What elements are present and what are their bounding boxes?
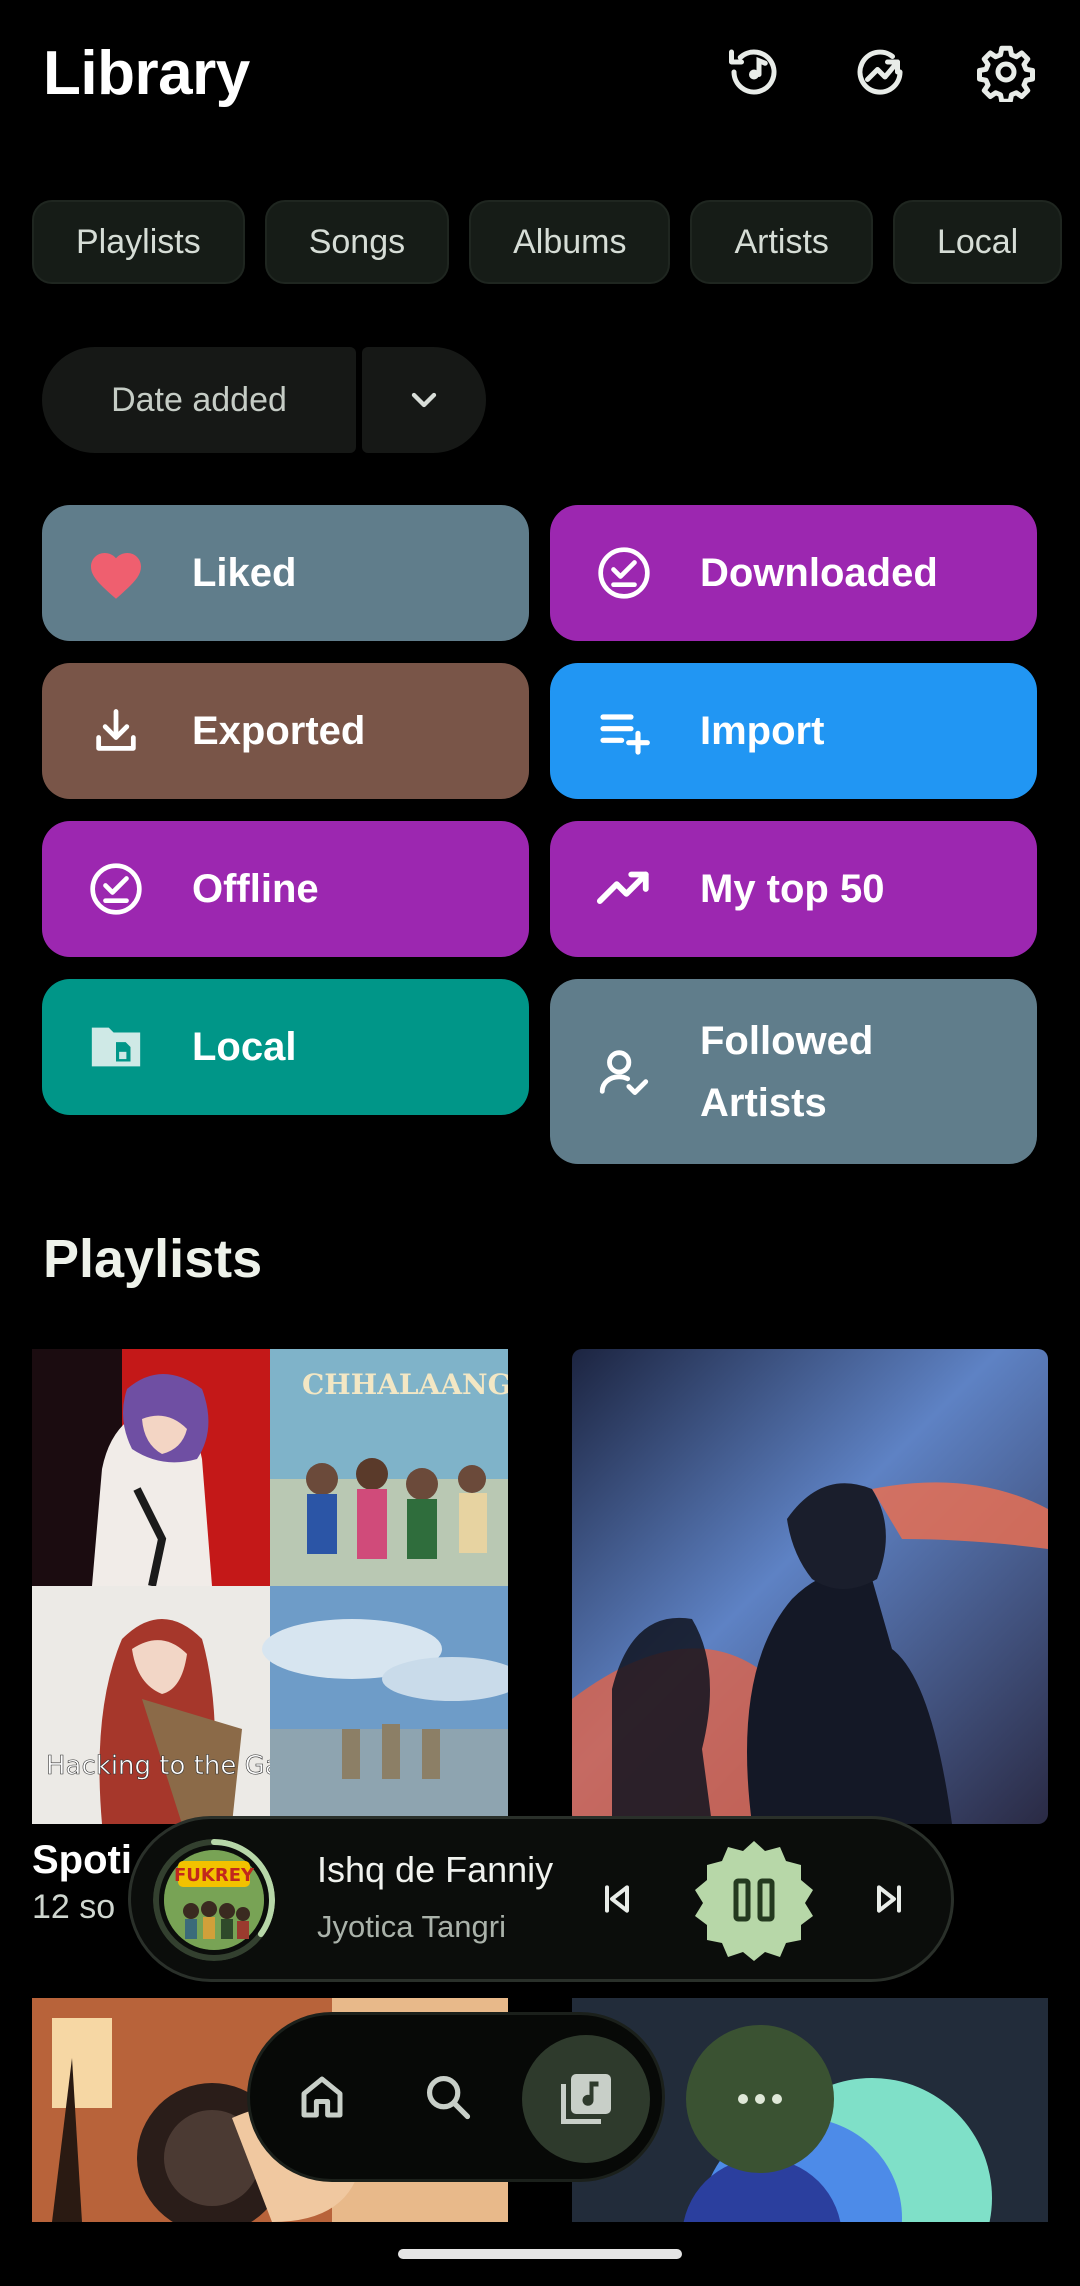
chip-songs[interactable]: Songs — [264, 200, 450, 284]
tile-my-top-50[interactable]: My top 50 — [550, 821, 1037, 957]
trending-up-icon — [594, 859, 654, 919]
tile-downloaded[interactable]: Downloaded — [550, 505, 1037, 641]
mini-player[interactable]: FUKREY Ishq de Fanniy Jyotica Tangri — [128, 1816, 954, 1982]
tile-import[interactable]: Import — [550, 663, 1037, 799]
chip-artists[interactable]: Artists — [690, 200, 873, 284]
pause-button[interactable] — [691, 1837, 817, 1963]
skip-previous-button[interactable] — [587, 1869, 647, 1929]
tile-liked[interactable]: Liked — [42, 505, 529, 641]
playlist-cover-dusk[interactable] — [572, 1349, 1048, 1824]
heart-icon — [86, 543, 146, 603]
tile-offline[interactable]: Offline — [42, 821, 529, 957]
tile-local-label: Local — [192, 1025, 297, 1069]
gesture-bar — [398, 2249, 682, 2259]
tile-exported[interactable]: Exported — [42, 663, 529, 799]
now-playing-artwork: FUKREY — [153, 1839, 275, 1961]
svg-text:CHHALAANG: CHHALAANG — [302, 1368, 508, 1401]
more-horizontal-icon — [738, 2094, 782, 2104]
svg-text:FUKREY: FUKREY — [174, 1865, 255, 1886]
tile-my-top-50-label: My top 50 — [700, 867, 885, 911]
playlist-name[interactable]: Spoti — [32, 1838, 132, 1883]
nav-home[interactable] — [292, 2067, 352, 2127]
tile-followed-artists[interactable]: Followed Artists — [550, 979, 1037, 1164]
more-options-button[interactable] — [686, 2025, 834, 2173]
search-icon — [426, 2075, 471, 2120]
tile-followed-artists-label: Followed Artists — [700, 1018, 874, 1125]
tile-exported-label: Exported — [192, 709, 366, 753]
export-icon — [86, 701, 146, 761]
tile-downloaded-label: Downloaded — [700, 551, 938, 595]
sort-dropdown-button[interactable] — [362, 347, 486, 453]
stats-icon[interactable] — [848, 40, 912, 104]
chip-playlists[interactable]: Playlists — [32, 200, 245, 284]
library-icon — [561, 2074, 611, 2124]
chevron-down-icon — [411, 392, 437, 408]
person-check-icon — [594, 1042, 654, 1102]
pause-icon — [695, 1841, 813, 1961]
skip-next-icon — [877, 1885, 901, 1913]
chip-albums[interactable]: Albums — [469, 200, 671, 284]
playlist-add-icon — [594, 701, 654, 761]
section-title-playlists: Playlists — [43, 1229, 263, 1289]
nav-library[interactable] — [522, 2035, 650, 2163]
skip-previous-icon — [605, 1885, 629, 1913]
svg-text:Hacking to the Gate: Hacking to the Gate — [46, 1751, 307, 1781]
playlist-song-count: 12 so — [32, 1888, 116, 1926]
tile-local[interactable]: Local — [42, 979, 529, 1115]
page-title: Library — [43, 39, 250, 108]
tile-offline-label: Offline — [192, 867, 319, 911]
settings-icon[interactable] — [974, 40, 1038, 104]
sort-button[interactable]: Date added — [42, 347, 356, 453]
sort-selector: Date added — [42, 347, 486, 453]
offline-check-icon — [86, 859, 146, 919]
nav-search[interactable] — [418, 2067, 478, 2127]
now-playing-artist: Jyotica Tangri — [317, 1909, 506, 1944]
bottom-navigation — [247, 2012, 665, 2182]
tile-import-label: Import — [700, 709, 825, 753]
history-icon[interactable] — [722, 40, 786, 104]
header: Library — [0, 0, 1080, 150]
chip-local[interactable]: Local — [892, 200, 1063, 284]
home-icon — [301, 2076, 343, 2118]
playlist-cover-collage[interactable]: CHHALAANG Hacking to the Gate — [32, 1349, 508, 1824]
skip-next-button[interactable] — [859, 1869, 919, 1929]
tile-liked-label: Liked — [192, 551, 297, 595]
folder-icon — [86, 1017, 146, 1077]
download-done-icon — [594, 543, 654, 603]
now-playing-title: Ishq de Fanniy — [317, 1849, 554, 1890]
filter-chips: Playlists Songs Albums Artists Local — [32, 200, 1080, 284]
